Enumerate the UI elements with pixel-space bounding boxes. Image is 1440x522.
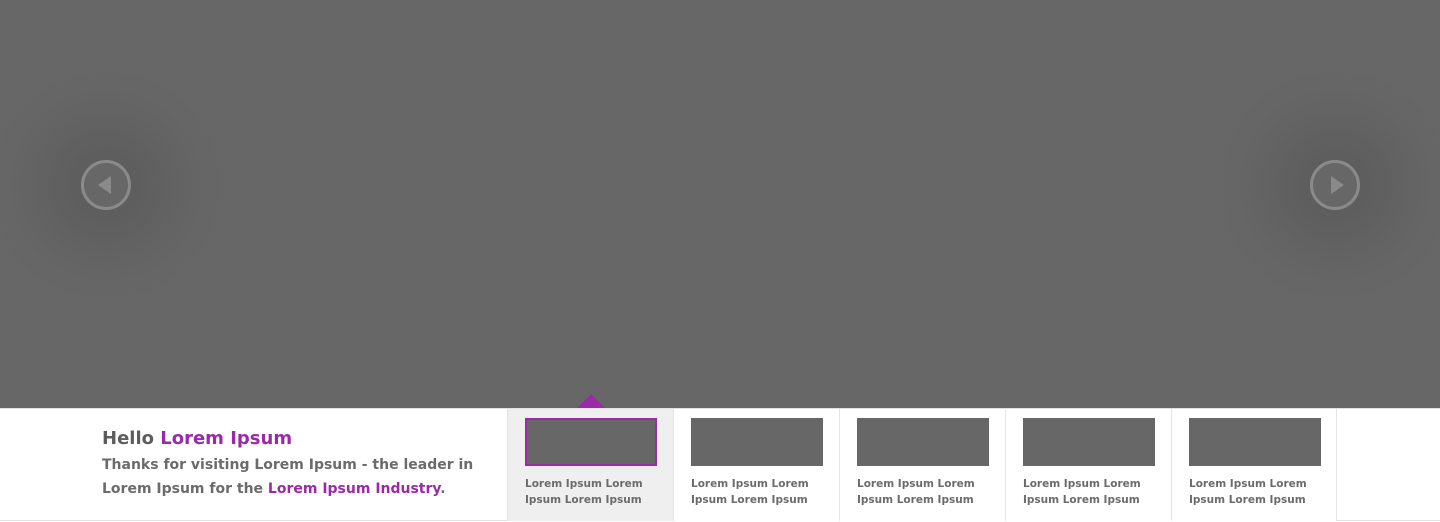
- thumbnail-1[interactable]: Lorem Ipsum Lorem Ipsum Lorem Ipsum: [507, 409, 673, 521]
- thumbnail-2[interactable]: Lorem Ipsum Lorem Ipsum Lorem Ipsum: [673, 409, 839, 521]
- thumbnail-image: [691, 418, 823, 466]
- intro-block: Hello Lorem Ipsum Thanks for visiting Lo…: [102, 427, 482, 501]
- thumbnail-image: [857, 418, 989, 466]
- active-slide-pointer: [577, 394, 605, 408]
- thumbnail-caption: Lorem Ipsum Lorem Ipsum Lorem Ipsum: [1189, 478, 1307, 506]
- thumbnail-caption: Lorem Ipsum Lorem Ipsum Lorem Ipsum: [691, 478, 809, 506]
- intro-text-end: .: [440, 481, 446, 497]
- slider-prev-button[interactable]: [81, 160, 131, 210]
- hero-slide: [0, 0, 1440, 408]
- thumbnail-4[interactable]: Lorem Ipsum Lorem Ipsum Lorem Ipsum: [1005, 409, 1171, 521]
- thumbnail-strip: Lorem Ipsum Lorem Ipsum Lorem Ipsum Lore…: [507, 409, 1337, 521]
- intro-title-highlight: Lorem Ipsum: [160, 428, 293, 449]
- intro-text: Thanks for visiting Lorem Ipsum - the le…: [102, 453, 482, 501]
- chevron-right-icon: [1331, 176, 1344, 194]
- slider-next-button[interactable]: [1310, 160, 1360, 210]
- thumbnail-caption: Lorem Ipsum Lorem Ipsum Lorem Ipsum: [857, 478, 975, 506]
- chevron-left-icon: [98, 176, 111, 194]
- slider-bottom-bar: Hello Lorem Ipsum Thanks for visiting Lo…: [0, 408, 1440, 521]
- thumbnail-image: [525, 418, 657, 466]
- thumbnail-5[interactable]: Lorem Ipsum Lorem Ipsum Lorem Ipsum: [1171, 409, 1337, 521]
- intro-title: Hello Lorem Ipsum: [102, 427, 482, 451]
- thumbnail-image: [1023, 418, 1155, 466]
- thumbnail-caption: Lorem Ipsum Lorem Ipsum Lorem Ipsum: [1023, 478, 1141, 506]
- thumbnail-3[interactable]: Lorem Ipsum Lorem Ipsum Lorem Ipsum: [839, 409, 1005, 521]
- intro-text-link[interactable]: Lorem Ipsum Industry: [268, 481, 440, 497]
- thumbnail-caption: Lorem Ipsum Lorem Ipsum Lorem Ipsum: [525, 478, 643, 506]
- intro-title-prefix: Hello: [102, 428, 154, 449]
- thumbnail-image: [1189, 418, 1321, 466]
